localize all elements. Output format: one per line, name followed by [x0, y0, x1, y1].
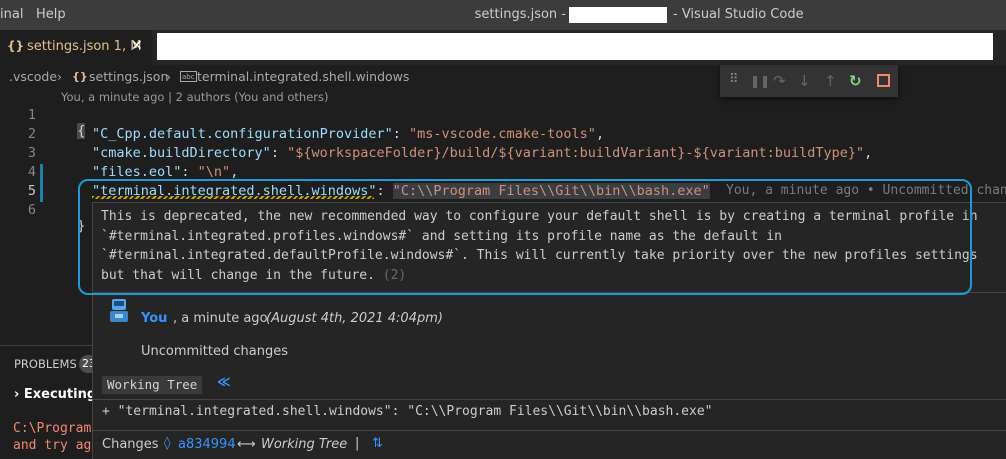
breadcrumb-symbol[interactable]: terminal.integrated.shell.windows	[197, 66, 409, 88]
open-changes-icon[interactable]: ⇅	[372, 436, 383, 451]
chevron-right-icon: ›	[57, 69, 62, 84]
string-symbol-icon: abc	[180, 71, 197, 82]
breadcrumb-folder[interactable]: .vscode	[9, 66, 57, 88]
json-value: "\n"	[197, 164, 231, 180]
json-value: "${workspaceFolder}/build/${variant:buil…	[287, 145, 865, 161]
changes-label: Changes	[102, 437, 159, 452]
redacted-region	[569, 7, 667, 23]
step-out-icon[interactable]: ↑	[824, 72, 837, 90]
pause-icon[interactable]: ❚❚	[750, 74, 770, 88]
hover-divider	[93, 399, 1006, 400]
hover-divider	[93, 430, 1006, 431]
json-colon: :	[392, 126, 409, 142]
step-over-icon[interactable]: ↷	[773, 72, 786, 90]
code-line[interactable]: "files.eol": "\n",	[92, 164, 238, 180]
stop-icon[interactable]	[877, 74, 890, 87]
commit-relative-time: , a minute ago	[173, 311, 268, 326]
restart-icon[interactable]: ↻	[849, 72, 862, 90]
commit-date: (August 4th, 2021 4:04pm)	[266, 311, 443, 326]
line-number: 2	[27, 126, 36, 142]
code-line[interactable]: {	[61, 107, 86, 139]
tab-bar: {} settings.json 1, M ✕	[0, 30, 1006, 65]
chevron-right-icon: ›	[166, 69, 171, 84]
commit-message: Uncommitted changes	[141, 344, 288, 359]
line-number: 6	[27, 202, 36, 218]
gripper-icon[interactable]: ⠿	[729, 72, 739, 87]
menu-terminal[interactable]: inal	[0, 0, 23, 30]
line-number: 3	[27, 145, 36, 161]
tab-problems[interactable]: PROBLEMS	[14, 357, 77, 371]
commit-icon: ◊	[164, 436, 171, 451]
working-tree-label: Working Tree	[261, 437, 348, 452]
json-colon: :	[270, 145, 288, 161]
json-value: "ms-vscode.cmake-tools"	[409, 126, 596, 142]
line-number: 5	[27, 183, 36, 199]
step-into-icon[interactable]: ↓	[798, 72, 811, 90]
json-file-icon: {}	[72, 70, 88, 83]
avatar-icon	[110, 299, 128, 322]
code-line[interactable]: "cmake.buildDirectory": "${workspaceFold…	[92, 145, 872, 161]
close-icon[interactable]: ✕	[131, 38, 143, 54]
window-title-suffix: - Visual Studio Code	[673, 7, 804, 22]
terminal-output-line: C:\Program	[13, 421, 92, 436]
window-title-prefix: settings.json -	[474, 7, 566, 22]
terminal-task-heading: › Executing	[14, 387, 97, 402]
json-key: "C_Cpp.default.configurationProvider"	[92, 126, 393, 142]
debug-toolbar: ⠿ ❚❚ ↷ ↓ ↑ ↻	[720, 65, 898, 97]
breadcrumb-file[interactable]: settings.json	[89, 66, 168, 88]
separator: |	[355, 436, 360, 451]
redacted-region	[157, 33, 993, 60]
code-line[interactable]: "C_Cpp.default.configurationProvider": "…	[92, 126, 604, 142]
terminal-output-line: and try aga	[13, 438, 100, 453]
working-tree-badge: Working Tree	[102, 376, 203, 394]
json-key: "files.eol"	[92, 164, 182, 180]
menu-help[interactable]: Help	[36, 0, 66, 30]
line-number: 4	[27, 164, 36, 180]
json-colon: :	[181, 164, 198, 180]
json-comma: ,	[230, 164, 239, 180]
chevron-double-left-icon[interactable]: ≪	[217, 375, 231, 390]
diff-line: + "terminal.integrated.shell.windows": "…	[102, 404, 713, 419]
highlight-annotation	[78, 179, 972, 295]
line-number: 1	[27, 107, 36, 123]
commit-author[interactable]: You	[141, 311, 167, 326]
git-modified-gutter	[40, 164, 43, 202]
tab-settings-json[interactable]: {} settings.json 1, M ✕	[0, 30, 152, 65]
json-file-icon: {}	[7, 39, 25, 53]
commit-sha-link[interactable]: a834994	[178, 437, 236, 452]
json-comma: ,	[864, 145, 873, 161]
codelens-authors[interactable]: You, a minute ago | 2 authors (You and o…	[61, 90, 329, 104]
brace-open: {	[77, 123, 86, 139]
json-comma: ,	[595, 126, 605, 142]
title-bar: inal Help settings.json - - Visual Studi…	[0, 0, 1006, 30]
compare-arrow-icon: ⟷	[237, 437, 256, 452]
json-key: "cmake.buildDirectory"	[92, 145, 271, 161]
tab-label: settings.json 1, M	[27, 39, 142, 54]
